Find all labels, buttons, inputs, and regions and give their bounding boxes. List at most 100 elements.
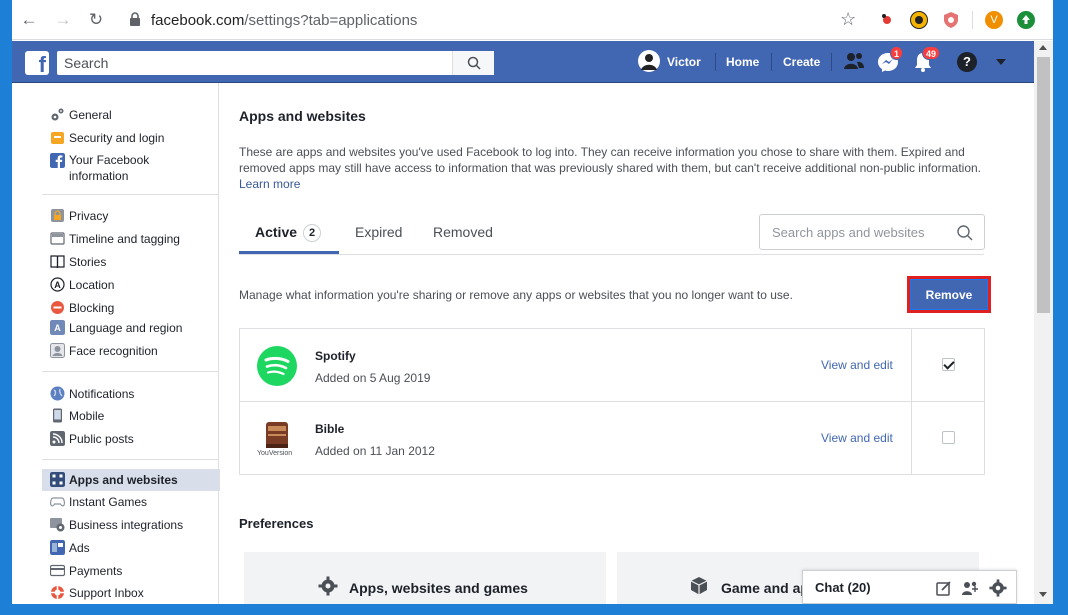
sidebar-border [218,83,219,604]
pref-card-apps-websites-games[interactable]: Apps, websites and games [244,552,606,604]
pref-card-label: Game and ap [721,580,809,596]
sidebar-item-security[interactable]: Security and login [42,127,220,149]
apps-grid-icon [50,472,65,487]
extension-badge-icon[interactable] [910,11,928,29]
sidebar-item-support-inbox[interactable]: Support Inbox [42,582,220,604]
phone-icon [53,408,62,423]
lifebuoy-icon [51,586,64,599]
sidebar-item-notifications[interactable]: Notifications [42,383,220,405]
sidebar-item-blocking[interactable]: Blocking [42,297,220,319]
sidebar-item-stories[interactable]: Stories [42,251,220,273]
learn-more-link[interactable]: Learn more [239,177,300,191]
scroll-up-icon[interactable] [1039,45,1047,50]
sidebar-item-public-posts[interactable]: Public posts [42,428,220,450]
compose-icon[interactable] [936,580,952,596]
timeline-icon [50,232,65,245]
header-divider [771,53,772,71]
pref-card-label: Apps, websites and games [349,580,528,596]
account-menu-dropdown-icon[interactable] [996,59,1006,65]
badge-icon [51,132,64,144]
select-cell [911,329,984,401]
tab-active-label: Active [255,224,298,240]
page-description: These are apps and websites you've used … [239,144,984,192]
header-divider [715,53,716,71]
page-scrollbar[interactable] [1034,41,1053,604]
new-group-icon[interactable] [961,580,979,596]
home-link[interactable]: Home [726,55,759,69]
sidebar-item-general[interactable]: General [42,104,220,126]
notifications-badge: 49 [922,46,941,60]
browser-window: ← → ↻ facebook.com/settings?tab=applicat… [12,0,1053,604]
bookmark-star-icon[interactable]: ☆ [840,9,856,30]
page-title: Apps and websites [239,108,366,124]
apps-table: Spotify Added on 5 Aug 2019 View and edi… [239,328,985,475]
lock-icon [51,209,64,222]
gears-icon [51,108,64,121]
view-and-edit-link[interactable]: View and edit [821,358,893,372]
forward-icon[interactable]: → [52,9,74,31]
facebook-header: f Search Victor Home Create 1 49 ? [12,41,1034,83]
url-text: facebook.com/settings?tab=applications [151,12,418,29]
profile-avatar[interactable] [638,50,660,72]
sidebar-item-ads[interactable]: Ads [42,537,220,559]
app-select-checkbox[interactable] [942,358,955,371]
extension-lips-icon[interactable] [878,11,896,29]
address-bar[interactable]: facebook.com/settings?tab=applications [117,6,882,34]
help-icon[interactable]: ? [957,52,977,72]
app-select-checkbox[interactable] [942,431,955,444]
manage-info-text: Manage what information you're sharing o… [239,288,793,302]
update-arrow-icon[interactable] [1017,11,1035,29]
ads-icon [50,540,65,555]
scroll-down-icon[interactable] [1039,592,1047,597]
chat-bar[interactable]: Chat (20) [802,570,1017,604]
svg-text:A: A [54,280,61,290]
sidebar-item-privacy[interactable]: Privacy [42,205,220,227]
block-icon [51,301,64,314]
friend-requests-icon[interactable] [843,51,865,74]
spotify-icon [257,346,297,386]
sidebar-item-timeline-tagging[interactable]: Timeline and tagging [42,228,220,250]
tab-removed[interactable]: Removed [433,224,493,240]
sidebar-item-location[interactable]: A Location [42,274,220,296]
app-search-field[interactable]: Search apps and websites [759,214,985,250]
facebook-logo-icon[interactable]: f [25,51,49,75]
app-row-spotify: Spotify Added on 5 Aug 2019 View and edi… [240,329,984,401]
view-and-edit-link[interactable]: View and edit [821,431,893,445]
sidebar-item-instant-games[interactable]: Instant Games [42,491,220,513]
app-added-date: Added on 5 Aug 2019 [315,371,431,385]
sidebar-divider [42,459,218,460]
sidebar-item-business-integrations[interactable]: Business integrations [42,514,220,536]
tab-active[interactable]: Active 2 [255,224,322,242]
scrollbar-thumb[interactable] [1037,57,1050,313]
toolbar-divider [972,11,973,29]
sidebar-item-mobile[interactable]: Mobile [42,405,220,427]
extension-shield-icon[interactable] [942,11,960,29]
select-cell [911,402,984,474]
tab-expired[interactable]: Expired [355,224,402,240]
remove-button-label: Remove [911,280,987,309]
profile-link[interactable]: Victor [667,55,701,69]
business-gear-icon [50,518,65,532]
search-button[interactable] [452,51,494,75]
credit-card-icon [50,564,65,577]
reload-icon[interactable]: ↻ [85,9,107,31]
search-input[interactable]: Search [57,51,493,75]
back-icon[interactable]: ← [18,9,40,31]
description-text: These are apps and websites you've used … [239,145,981,175]
box-icon [690,577,708,595]
sidebar-item-face-recognition[interactable]: Face recognition [42,340,220,362]
globe-icon [50,386,65,401]
remove-button[interactable]: Remove [907,276,991,313]
chat-settings-gear-icon[interactable] [989,579,1007,597]
profile-avatar-icon[interactable]: V [985,11,1003,29]
youversion-caption: YouVersion [257,450,293,457]
sidebar-item-language-region[interactable]: A Language and region [42,317,220,339]
sidebar-item-payments[interactable]: Payments [42,560,220,582]
preferences-title: Preferences [239,516,314,531]
sidebar-item-your-facebook-information[interactable]: Your Facebook information [42,150,220,184]
header-divider [831,53,832,71]
create-link[interactable]: Create [783,55,820,69]
search-icon [467,56,481,70]
sidebar-item-apps-websites[interactable]: Apps and websites [42,469,220,491]
app-name: Bible [315,422,345,436]
